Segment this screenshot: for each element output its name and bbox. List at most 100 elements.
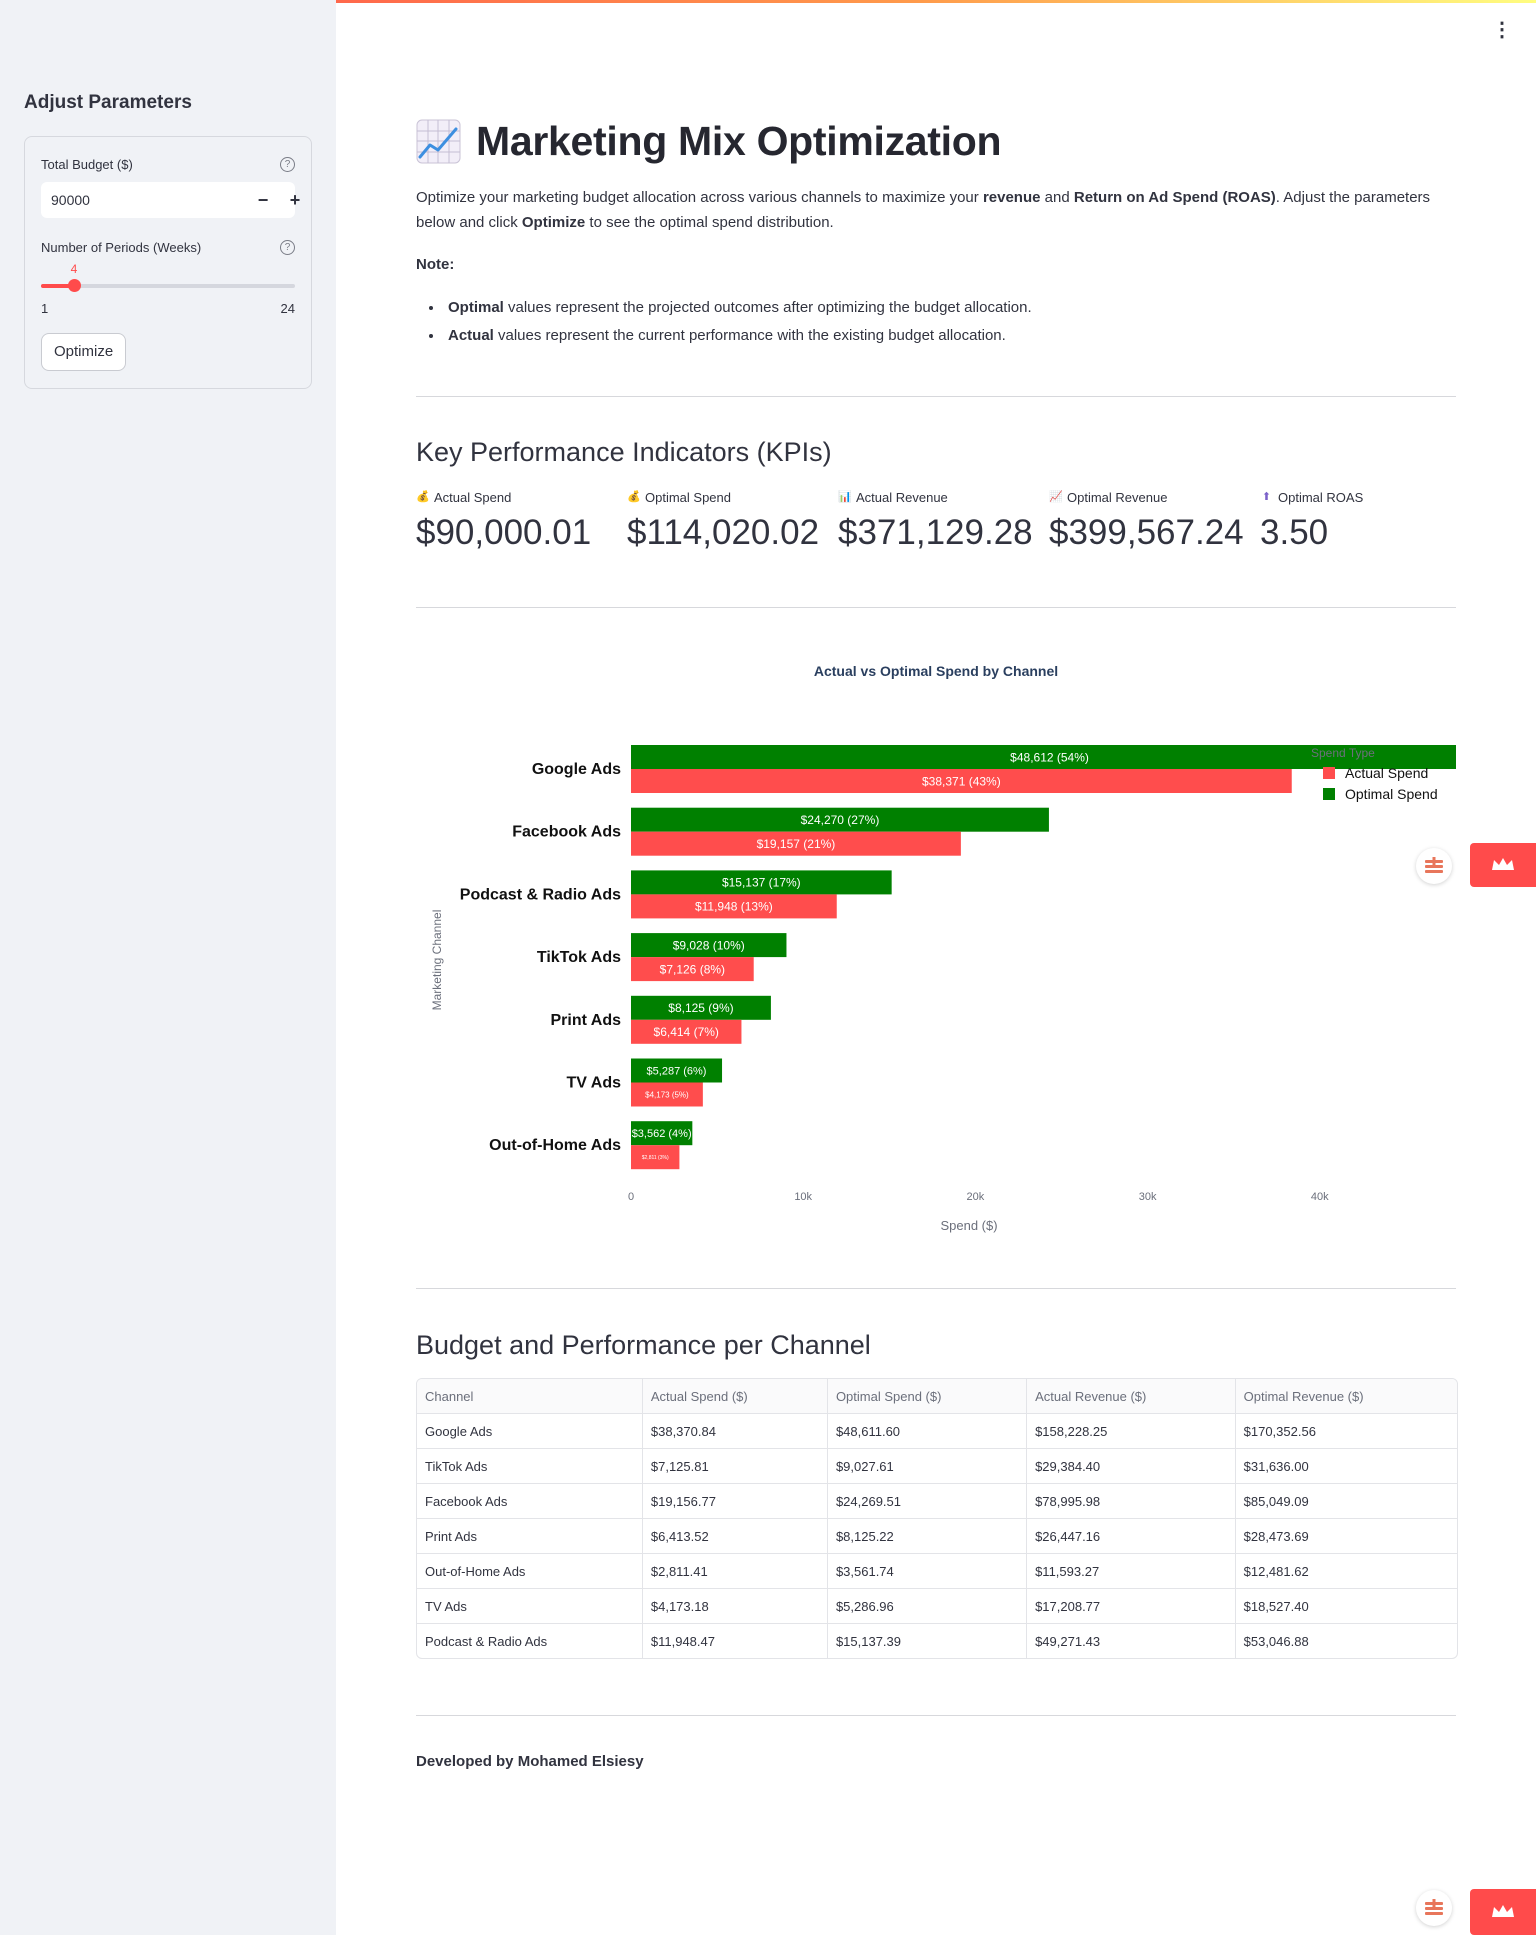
kpi-optimal-spend: 💰 Optimal Spend $114,020.02 — [627, 490, 819, 553]
periods-slider[interactable] — [41, 279, 295, 292]
budget-help-icon[interactable]: ? — [280, 157, 295, 172]
main-menu-icon[interactable]: ⋮ — [1492, 20, 1512, 40]
periods-slider-thumb[interactable] — [68, 279, 82, 292]
parameters-form: Total Budget ($) ? − + Number of Periods… — [24, 136, 312, 389]
table-cell[interactable]: $158,228.25 — [1026, 1413, 1236, 1449]
table-cell[interactable]: $2,811.41 — [642, 1553, 828, 1589]
table-row[interactable]: Out-of-Home Ads $2,811.41 $3,561.74 $11,593… — [417, 1553, 1457, 1589]
category-label: Facebook Ads — [512, 824, 621, 841]
table-row[interactable]: TV Ads $4,173.18 $5,286.96 $17,208.77 $18,52… — [417, 1588, 1457, 1624]
table-row[interactable]: Facebook Ads $19,156.77 $24,269.51 $78,995.… — [417, 1483, 1457, 1519]
column-header[interactable]: Channel — [417, 1379, 643, 1414]
table-cell[interactable]: Podcast & Radio Ads — [417, 1623, 643, 1658]
table-cell[interactable]: $8,125.22 — [827, 1518, 1028, 1554]
legend-label-actual: Actual Spend — [1345, 765, 1428, 781]
table-row[interactable]: Google Ads $38,370.84 $48,611.60 $158,228.2… — [417, 1413, 1457, 1449]
legend-title: Spend Type — [1311, 746, 1375, 760]
upload-arrow-icon: ⬆ — [1261, 491, 1272, 503]
table-cell[interactable]: TikTok Ads — [417, 1448, 643, 1484]
divider — [416, 1288, 1456, 1289]
table-row[interactable]: TikTok Ads $7,125.81 $9,027.61 $29,384.40 $3… — [417, 1448, 1457, 1484]
table-cell[interactable]: $11,948.47 — [642, 1623, 828, 1658]
x-axis-label: Spend ($) — [940, 1218, 997, 1233]
sidebar: Adjust Parameters Total Budget ($) ? − +… — [0, 0, 336, 1935]
table-cell[interactable]: $7,125.81 — [642, 1448, 828, 1484]
x-tick-label: 40k — [1311, 1191, 1329, 1203]
column-header[interactable]: Optimal Revenue ($) — [1235, 1379, 1457, 1414]
floating-app-icon-bottom[interactable] — [1416, 1890, 1452, 1926]
table-cell[interactable]: $4,173.18 — [642, 1588, 828, 1624]
sidebar-title: Adjust Parameters — [24, 92, 192, 113]
table-cell[interactable]: $19,156.77 — [642, 1483, 828, 1519]
table-cell[interactable]: $3,561.74 — [827, 1553, 1028, 1589]
table-cell[interactable]: $9,027.61 — [827, 1448, 1028, 1484]
divider — [416, 396, 1456, 397]
table-cell[interactable]: $49,271.43 — [1026, 1623, 1236, 1658]
money-bag-icon: 💰 — [416, 491, 430, 503]
table-cell[interactable]: Facebook Ads — [417, 1483, 643, 1519]
table-cell[interactable]: $17,208.77 — [1026, 1588, 1236, 1624]
table-cell[interactable]: $6,413.52 — [642, 1518, 828, 1554]
stack-icon — [1425, 1899, 1443, 1915]
table-row[interactable]: Print Ads $6,413.52 $8,125.22 $26,447.16 $28… — [417, 1518, 1457, 1554]
intro-text-part: to see the optimal spend distribution. — [585, 214, 834, 231]
y-axis-label: Marketing Channel — [430, 910, 444, 1011]
column-header[interactable]: Optimal Spend ($) — [827, 1379, 1028, 1414]
intro-text-part: Optimize your marketing budget allocatio… — [416, 189, 983, 206]
table-cell[interactable]: TV Ads — [417, 1588, 643, 1624]
kpi-value: $399,567.24 — [1049, 513, 1244, 552]
actual-bar-label: $7,126 (8%) — [660, 962, 725, 976]
table-row[interactable]: Podcast & Radio Ads $11,948.47 $15,137.39 $… — [417, 1623, 1457, 1659]
table-cell[interactable]: $53,046.88 — [1235, 1624, 1457, 1659]
kpi-optimal-roas: ⬆ Optimal ROAS 3.50 — [1260, 490, 1363, 553]
budget-label: Total Budget ($) — [41, 157, 133, 172]
table-cell[interactable]: $85,049.09 — [1235, 1483, 1457, 1519]
optimize-button[interactable]: Optimize — [41, 333, 127, 371]
floating-crown-badge-bottom[interactable] — [1470, 1889, 1536, 1935]
table-cell[interactable]: $78,995.98 — [1026, 1483, 1236, 1519]
floating-crown-badge[interactable] — [1470, 843, 1536, 887]
table-heading: Budget and Performance per Channel — [416, 1330, 871, 1360]
divider — [416, 607, 1456, 608]
crown-icon — [1492, 858, 1514, 870]
table-cell[interactable]: Print Ads — [417, 1518, 643, 1554]
budget-decrement-button[interactable]: − — [247, 182, 279, 218]
column-header[interactable]: Actual Spend ($) — [642, 1379, 828, 1414]
table-cell[interactable]: $26,447.16 — [1026, 1518, 1236, 1554]
periods-slider-max: 24 — [280, 301, 295, 316]
table-cell[interactable]: Google Ads — [417, 1413, 643, 1449]
x-tick-label: 30k — [1139, 1191, 1157, 1203]
column-header[interactable]: Actual Revenue ($) — [1026, 1379, 1236, 1414]
table-cell[interactable]: $5,286.96 — [827, 1588, 1028, 1624]
legend-swatch-actual — [1323, 767, 1335, 779]
intro-bold-roas: Return on Ad Spend (ROAS) — [1073, 189, 1276, 206]
page-title: Marketing Mix Optimization — [476, 118, 1002, 164]
table-cell[interactable]: $48,611.60 — [827, 1413, 1028, 1449]
table-cell[interactable]: $24,269.51 — [827, 1483, 1028, 1519]
periods-help-icon[interactable]: ? — [280, 240, 295, 255]
note-text: values represent the current performance… — [493, 327, 1006, 344]
table-cell[interactable]: $12,481.62 — [1235, 1553, 1457, 1589]
floating-app-icon[interactable] — [1416, 848, 1452, 884]
note-heading: Note: — [416, 256, 455, 273]
note-item-optimal: Optimal values represent the projected o… — [444, 294, 1032, 322]
table-cell[interactable]: $28,473.69 — [1235, 1518, 1457, 1554]
actual-bar-label: $38,371 (43%) — [922, 774, 1001, 788]
table-cell[interactable]: $38,370.84 — [642, 1413, 828, 1449]
table-cell[interactable]: $31,636.00 — [1235, 1448, 1457, 1484]
footer-credit: Developed by Mohamed Elsiesy — [416, 1753, 644, 1770]
table-cell[interactable]: $18,527.40 — [1235, 1588, 1457, 1624]
kpi-label: Actual Spend — [434, 490, 512, 505]
table-cell[interactable]: $29,384.40 — [1026, 1448, 1236, 1484]
x-tick-label: 0 — [628, 1191, 634, 1203]
table-cell[interactable]: $15,137.39 — [827, 1623, 1028, 1658]
table-cell[interactable]: Out-of-Home Ads — [417, 1553, 643, 1589]
category-label: TV Ads — [566, 1075, 621, 1092]
category-label: Google Ads — [532, 761, 621, 778]
budget-increment-button[interactable]: + — [279, 182, 311, 218]
table-cell[interactable]: $170,352.56 — [1235, 1413, 1457, 1449]
title-row: Marketing Mix Optimization — [416, 118, 1002, 165]
intro-bold-revenue: revenue — [982, 189, 1041, 206]
channel-table[interactable]: Channel Actual Spend ($) Optimal Spend ($)… — [416, 1378, 1458, 1659]
table-cell[interactable]: $11,593.27 — [1026, 1553, 1236, 1589]
